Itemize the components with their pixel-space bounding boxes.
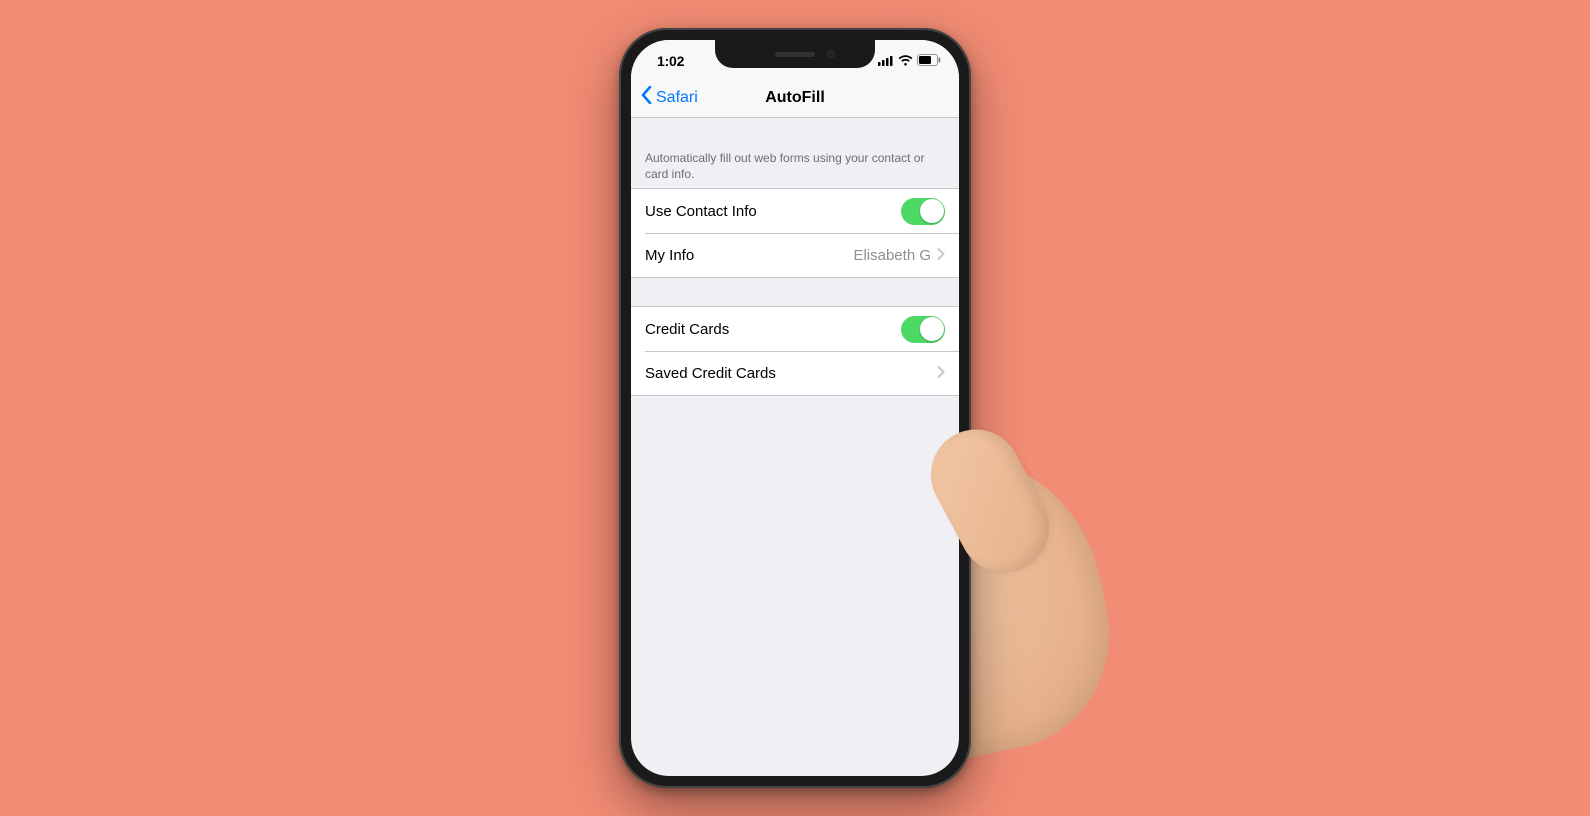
use-contact-info-toggle[interactable] bbox=[901, 198, 945, 225]
status-time: 1:02 bbox=[657, 53, 684, 69]
battery-icon bbox=[917, 53, 941, 69]
phone-frame: 1:02 bbox=[619, 28, 971, 788]
my-info-label: My Info bbox=[645, 247, 853, 264]
nav-bar: Safari AutoFill bbox=[631, 78, 959, 118]
back-button[interactable]: Safari bbox=[641, 86, 698, 109]
my-info-value: Elisabeth G bbox=[853, 247, 931, 264]
chevron-right-icon bbox=[937, 247, 945, 264]
section-header-text: Automatically fill out web forms using y… bbox=[631, 118, 959, 188]
cellular-signal-icon bbox=[878, 53, 894, 69]
back-label: Safari bbox=[656, 89, 698, 107]
chevron-right-icon bbox=[937, 365, 945, 382]
wifi-icon bbox=[898, 53, 913, 69]
my-info-row[interactable]: My Info Elisabeth G bbox=[631, 233, 959, 277]
use-contact-info-row: Use Contact Info bbox=[631, 189, 959, 233]
credit-cards-row: Credit Cards bbox=[631, 307, 959, 351]
credit-cards-toggle[interactable] bbox=[901, 316, 945, 343]
use-contact-info-label: Use Contact Info bbox=[645, 203, 901, 220]
credit-cards-label: Credit Cards bbox=[645, 321, 901, 338]
saved-credit-cards-row[interactable]: Saved Credit Cards bbox=[631, 351, 959, 395]
credit-cards-group: Credit Cards Saved Credit Cards bbox=[631, 306, 959, 396]
phone-screen: 1:02 bbox=[631, 40, 959, 776]
saved-credit-cards-label: Saved Credit Cards bbox=[645, 365, 937, 382]
chevron-left-icon bbox=[641, 86, 652, 109]
phone-notch bbox=[715, 40, 875, 68]
contact-info-group: Use Contact Info My Info Elisabeth G bbox=[631, 188, 959, 278]
